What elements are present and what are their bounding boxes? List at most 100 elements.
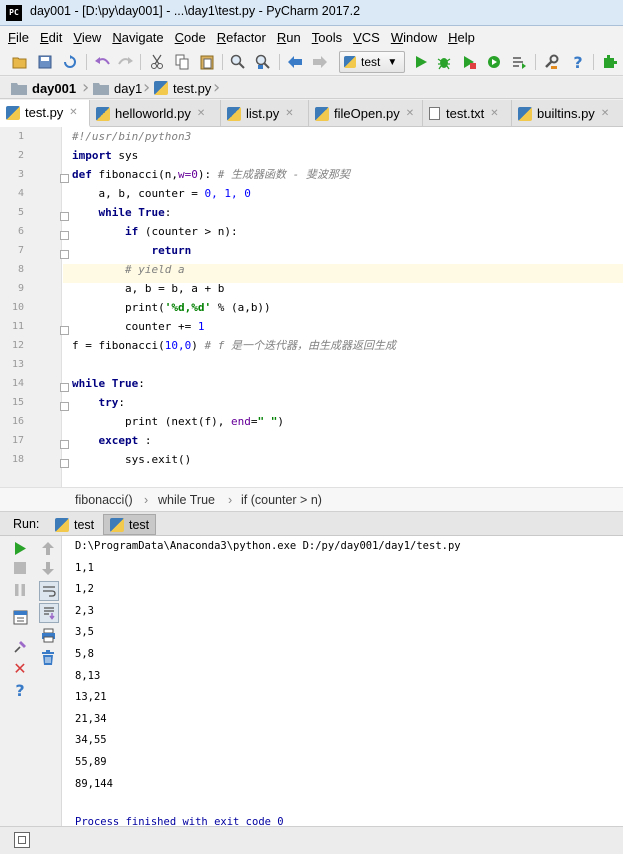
fold-marker-icon[interactable] [60, 326, 69, 335]
fold-marker-icon[interactable] [60, 231, 69, 240]
menu-help[interactable]: Help [448, 30, 475, 45]
line-number: 9 [17, 283, 24, 294]
code-line-5: while True: [72, 206, 172, 219]
copy-icon[interactable] [173, 53, 191, 71]
menu-bar: File Edit View Navigate Code Refactor Ru… [0, 26, 623, 48]
profile-icon[interactable] [485, 53, 503, 71]
menu-code[interactable]: Code [175, 30, 206, 45]
tab-helloworld-py[interactable]: helloworld.py ✕ [90, 100, 221, 127]
cut-icon[interactable] [148, 53, 166, 71]
chevron-down-icon: ▼ [387, 56, 398, 68]
find-icon[interactable] [229, 53, 247, 71]
tab-test-py[interactable]: test.py ✕ [0, 100, 90, 127]
tab-test-txt[interactable]: test.txt ✕ [423, 100, 512, 127]
tab-builtins-py[interactable]: builtins.py ✕ [512, 100, 623, 127]
forward-icon[interactable] [311, 53, 329, 71]
rerun-icon[interactable] [11, 539, 29, 557]
console-output-line: 89,144 [75, 777, 113, 790]
run-icon[interactable] [412, 53, 430, 71]
run-label: Run: [13, 517, 40, 531]
menu-refactor[interactable]: Refactor [217, 30, 266, 45]
stop-icon[interactable] [11, 559, 29, 577]
menu-tools[interactable]: Tools [312, 30, 342, 45]
close-icon[interactable]: ✕ [197, 108, 205, 119]
undo-icon[interactable] [93, 53, 111, 71]
menu-window[interactable]: Window [391, 30, 437, 45]
line-number: 5 [17, 207, 24, 218]
line-number: 18 [11, 454, 24, 465]
restore-layout-icon[interactable] [11, 608, 29, 626]
menu-edit[interactable]: Edit [40, 30, 62, 45]
fold-marker-icon[interactable] [60, 174, 69, 183]
line-number: 14 [11, 378, 24, 389]
fold-marker-icon[interactable] [60, 250, 69, 259]
status-bar [0, 826, 623, 854]
fold-marker-icon[interactable] [60, 459, 69, 468]
menu-view[interactable]: View [73, 30, 101, 45]
structure-crumb[interactable]: while True [158, 493, 215, 507]
scroll-down-icon[interactable] [39, 559, 57, 577]
replace-icon[interactable] [254, 53, 272, 71]
open-folder-icon[interactable] [11, 53, 29, 71]
sync-icon[interactable] [61, 53, 79, 71]
fold-marker-icon[interactable] [60, 440, 69, 449]
code-line-12: f = fibonacci(10,0) # f 是一个迭代器，由生成器返回生成 [72, 339, 396, 352]
fold-marker-icon[interactable] [60, 383, 69, 392]
scroll-to-end-icon[interactable] [39, 603, 59, 623]
paste-icon[interactable] [198, 53, 216, 71]
print-icon[interactable] [39, 626, 57, 644]
menu-run[interactable]: Run [277, 30, 301, 45]
coverage-icon[interactable] [460, 53, 478, 71]
tab-list-py[interactable]: list.py ✕ [221, 100, 309, 127]
navigation-bar: day001 › day1 › test.py › [0, 77, 623, 99]
close-icon[interactable]: ✕ [490, 108, 498, 119]
menu-file[interactable]: File [8, 30, 29, 45]
help-icon[interactable]: ? [11, 681, 29, 700]
folder-icon [11, 82, 27, 95]
tab-fileopen-py[interactable]: fileOpen.py ✕ [309, 100, 423, 127]
run-configuration-select[interactable]: test ▼ [339, 51, 405, 73]
structure-crumb[interactable]: fibonacci() [75, 493, 133, 507]
soft-wrap-icon[interactable] [39, 581, 59, 601]
code-editor[interactable]: 1 2 3 4 5 6 7 8 9 10 11 12 13 14 15 16 1… [0, 127, 623, 487]
pin-icon[interactable] [11, 637, 29, 655]
fold-marker-icon[interactable] [60, 212, 69, 221]
run-tab-test[interactable]: test [48, 514, 101, 535]
breadcrumb-separator: › [213, 77, 221, 98]
settings-icon[interactable] [542, 53, 560, 71]
help-icon[interactable]: ? [569, 53, 587, 72]
console-command: D:\ProgramData\Anaconda3\python.exe D:/p… [75, 540, 461, 552]
back-icon[interactable] [286, 53, 304, 71]
breadcrumb-file[interactable]: test.py [154, 80, 211, 96]
menu-vcs[interactable]: VCS [353, 30, 380, 45]
concurrency-icon[interactable] [510, 53, 528, 71]
debug-icon[interactable] [435, 53, 453, 71]
run-tab-test-active[interactable]: test [103, 514, 157, 535]
structure-crumb[interactable]: if (counter > n) [241, 493, 322, 507]
run-console: ✕ ? D:\ProgramData\Anaconda3\python.exe … [0, 536, 623, 828]
title-bar: PC day001 - [D:\py\day001] - ...\day1\te… [0, 0, 623, 26]
close-icon[interactable]: ✕ [601, 108, 609, 119]
python-file-icon [518, 106, 532, 121]
tool-windows-toggle-icon[interactable] [14, 832, 30, 848]
close-icon[interactable]: ✕ [406, 108, 414, 119]
redo-icon[interactable] [117, 53, 135, 71]
pause-icon[interactable] [11, 581, 29, 599]
scroll-up-icon[interactable] [39, 539, 57, 557]
menu-navigate[interactable]: Navigate [112, 30, 163, 45]
structure-breadcrumb: fibonacci() › while True › if (counter >… [0, 487, 623, 512]
editor-gutter: 1 2 3 4 5 6 7 8 9 10 11 12 13 14 15 16 1… [0, 127, 69, 487]
breadcrumb-folder[interactable]: day1 [93, 80, 142, 96]
close-icon[interactable]: ✕ [11, 659, 29, 678]
plugin-icon[interactable] [601, 53, 619, 71]
breadcrumb-separator: › [144, 493, 149, 507]
line-number: 16 [11, 416, 24, 427]
breadcrumb-separator: › [82, 77, 90, 98]
clear-all-icon[interactable] [39, 648, 57, 666]
code-line-2: import sys [72, 149, 139, 162]
save-icon[interactable] [36, 53, 54, 71]
breadcrumb-project[interactable]: day001 [11, 80, 76, 96]
fold-marker-icon[interactable] [60, 402, 69, 411]
close-icon[interactable]: ✕ [285, 108, 293, 119]
close-icon[interactable]: ✕ [69, 107, 77, 118]
